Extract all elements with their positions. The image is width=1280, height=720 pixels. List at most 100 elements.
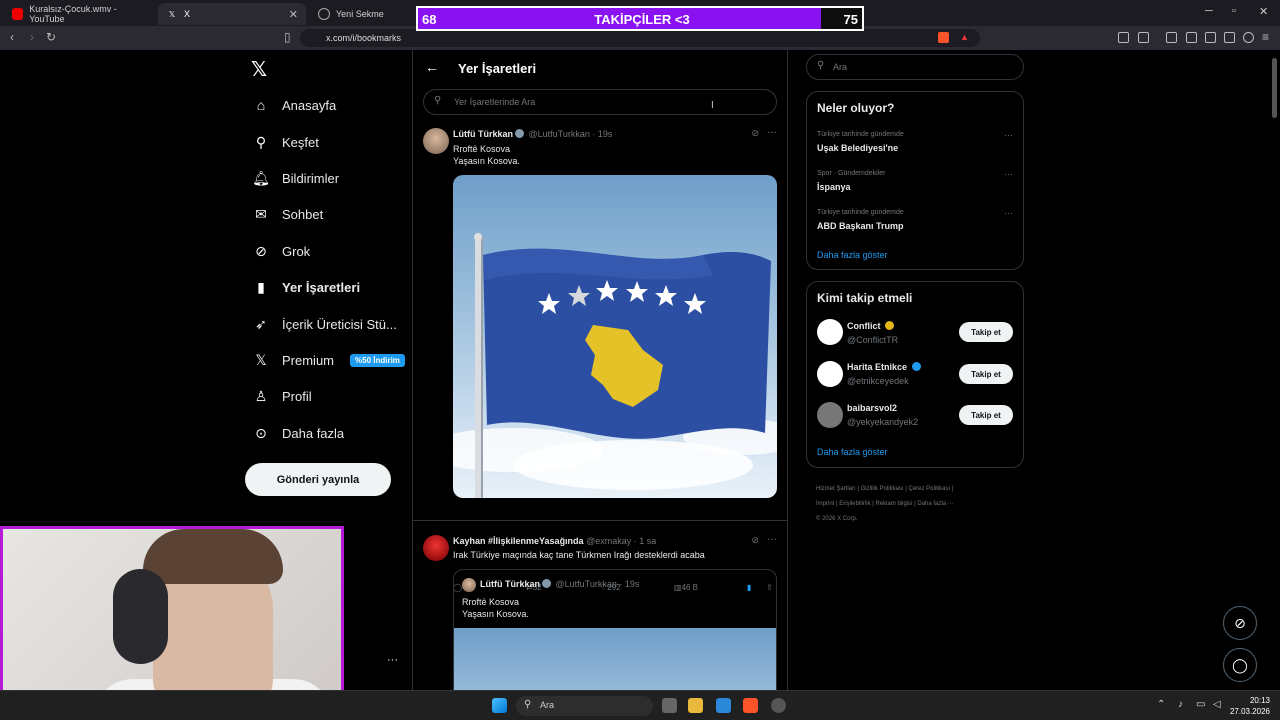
home-icon: ⌂ — [256, 97, 266, 113]
trend-name[interactable]: ABD Başkanı Trump — [817, 221, 904, 231]
sidebar-item-label: Anasayfa — [282, 97, 337, 113]
maximize-icon[interactable]: ▫ — [1232, 5, 1236, 17]
tweet-image[interactable] — [453, 175, 777, 498]
follow-button[interactable]: Takip et — [959, 405, 1013, 425]
trend-name[interactable]: İspanya — [817, 182, 851, 192]
sidebar-item-more[interactable]: ⊙ Daha fazla — [252, 419, 344, 447]
more-icon[interactable]: ··· — [767, 534, 777, 545]
quoted-tweet[interactable]: Lütfü Türkkan @LutfuTurkkan · 19s Rroftë… — [453, 569, 777, 709]
microphone-icon[interactable]: ♪ — [1178, 699, 1183, 710]
search-input[interactable]: ⚲ Ara — [806, 54, 1024, 80]
avatar[interactable] — [423, 535, 449, 561]
avatar[interactable] — [423, 128, 449, 154]
author-name[interactable]: Kayhan #İlişkilenmeYasağında — [453, 536, 584, 546]
steam-icon[interactable] — [771, 698, 786, 713]
author-name: Lütfü Türkkan — [480, 579, 540, 589]
music-icon[interactable] — [1166, 32, 1177, 43]
file-explorer-icon[interactable] — [688, 698, 703, 713]
close-icon[interactable]: ✕ — [289, 8, 298, 21]
tweet-time: · 19s — [619, 579, 640, 589]
account-name[interactable]: baibarsvol2 — [847, 403, 897, 413]
sidebar-item-notifications[interactable]: 🔔︎ Bildirimler — [252, 164, 339, 192]
sidebar-item-messages[interactable]: ✉ Sohbet — [252, 200, 323, 228]
verified-icon — [885, 321, 895, 330]
footer-line: © 2026 X Corp. — [816, 516, 858, 522]
trend-name[interactable]: Uşak Belediyesi'ne — [817, 143, 898, 153]
brave-icon[interactable] — [743, 698, 758, 713]
url-field[interactable]: x.com/i/bookmarks — [300, 29, 980, 47]
wallet-icon[interactable] — [1205, 32, 1216, 43]
sidebar-item-bookmarks[interactable]: ▮ Yer İşaretleri — [252, 273, 360, 301]
sidebar-item-creator-studio[interactable]: ➶ İçerik Üreticisi Stü... — [252, 310, 397, 338]
close-window-icon[interactable]: ✕ — [1259, 5, 1268, 18]
reload-icon[interactable]: ↻ — [46, 30, 56, 44]
more-icon[interactable]: ··· — [767, 127, 777, 138]
vpn-icon[interactable] — [1243, 32, 1254, 43]
media-icon[interactable] — [1138, 32, 1149, 43]
x-logo-icon: 𝕏 — [255, 351, 267, 368]
sidebar-item-explore[interactable]: ⚲ Keşfet — [252, 128, 319, 156]
author-name[interactable]: Lütfü Türkkan — [453, 129, 513, 139]
tweet-time[interactable]: · 1 sa — [634, 536, 657, 546]
quote-header: Lütfü Türkkan @LutfuTurkkan · 19s — [480, 579, 639, 589]
bookmark-page-icon[interactable]: ▯ — [284, 30, 291, 44]
follower-goal: 75 — [843, 12, 858, 27]
brave-shield-icon[interactable] — [938, 32, 949, 43]
scrollbar[interactable] — [1272, 58, 1277, 118]
windows-start-icon[interactable] — [492, 698, 507, 713]
footer-line[interactable]: İmprint | Erişilebilirlik | Reklam bilgi… — [816, 497, 1016, 512]
taskbar-search[interactable]: ⚲ Ara — [516, 696, 653, 716]
author-handle[interactable]: @exmakay — [586, 536, 631, 546]
tab-youtube[interactable]: Kuralsız-Çocuk.wmv - YouTube — [4, 3, 154, 25]
quote-text: Rroftë Kosova Yaşasın Kosova. — [462, 596, 529, 620]
account-name[interactable]: Conflict — [847, 321, 896, 331]
forward-icon[interactable]: › — [30, 30, 34, 44]
avatar[interactable] — [817, 319, 843, 345]
back-arrow-icon[interactable]: ← — [425, 59, 439, 75]
minimize-icon[interactable]: ─ — [1205, 5, 1213, 17]
follow-button[interactable]: Takip et — [959, 364, 1013, 384]
bookmark-search-input[interactable]: ⚲ Yer İşaretlerinde Ara — [423, 89, 777, 115]
post-button[interactable]: Gönderi yayınla — [245, 463, 391, 496]
more-icon[interactable]: ··· — [1004, 208, 1013, 218]
rewards-icon[interactable]: ▲ — [960, 32, 971, 43]
grok-float-button[interactable]: ⊘ — [1223, 606, 1257, 640]
network-icon[interactable]: ▭ — [1196, 699, 1205, 710]
tweet-time[interactable]: · 19s — [592, 129, 612, 139]
task-view-icon[interactable] — [662, 698, 677, 713]
x-logo-icon[interactable]: 𝕏 — [251, 57, 267, 82]
menu-icon[interactable]: ≡ — [1262, 30, 1269, 44]
leo-icon[interactable] — [1224, 32, 1235, 43]
footer-links: Hizmet Şartları | Gizlilik Politikası | … — [816, 482, 1016, 527]
sidebar-item-premium[interactable]: 𝕏 Premium %50 İndirim — [252, 346, 405, 374]
volume-icon[interactable]: ◁ — [1213, 699, 1221, 710]
avatar[interactable] — [817, 361, 843, 387]
tray-chevron-icon[interactable]: ⌃ — [1157, 699, 1165, 710]
tab-new[interactable]: Yeni Sekme — [310, 3, 410, 25]
follow-button[interactable]: Takip et — [959, 322, 1013, 342]
sidebar-item-grok[interactable]: ⊘ Grok — [252, 237, 310, 265]
tweet[interactable]: Lütfü Türkkan @LutfuTurkkan · 19s ⊘ ··· … — [413, 126, 787, 592]
more-icon[interactable]: ··· — [1004, 169, 1013, 179]
clock[interactable]: 20:13 27.03.2026 — [1230, 695, 1270, 717]
url-text: x.com/i/bookmarks — [326, 33, 402, 43]
extensions-icon[interactable] — [1118, 32, 1129, 43]
sidebar-item-profile[interactable]: ♙ Profil — [252, 382, 312, 410]
footer-line[interactable]: Hizmet Şartları | Gizlilik Politikası | … — [816, 482, 1016, 497]
grok-icon[interactable]: ⊘ — [751, 535, 759, 546]
sidebar-item-home[interactable]: ⌂ Anasayfa — [252, 91, 336, 119]
sidebar-icon[interactable] — [1186, 32, 1197, 43]
account-more-icon[interactable]: ··· — [387, 654, 398, 666]
show-more-link[interactable]: Daha fazla göster — [817, 250, 888, 260]
author-handle[interactable]: @LutfuTurkkan — [529, 129, 590, 139]
back-icon[interactable]: ‹ — [10, 30, 14, 44]
account-name[interactable]: Harita Etnikce — [847, 362, 923, 372]
more-icon[interactable]: ··· — [1004, 130, 1013, 140]
show-more-link[interactable]: Daha fazla göster — [817, 447, 888, 457]
sidebar-item-label: Grok — [282, 243, 311, 259]
messages-float-button[interactable]: ◯ — [1223, 648, 1257, 682]
avatar[interactable] — [817, 402, 843, 428]
tab-x[interactable]: 𝕏 X ✕ — [158, 3, 306, 25]
app-icon[interactable] — [716, 698, 731, 713]
grok-icon[interactable]: ⊘ — [751, 128, 759, 139]
